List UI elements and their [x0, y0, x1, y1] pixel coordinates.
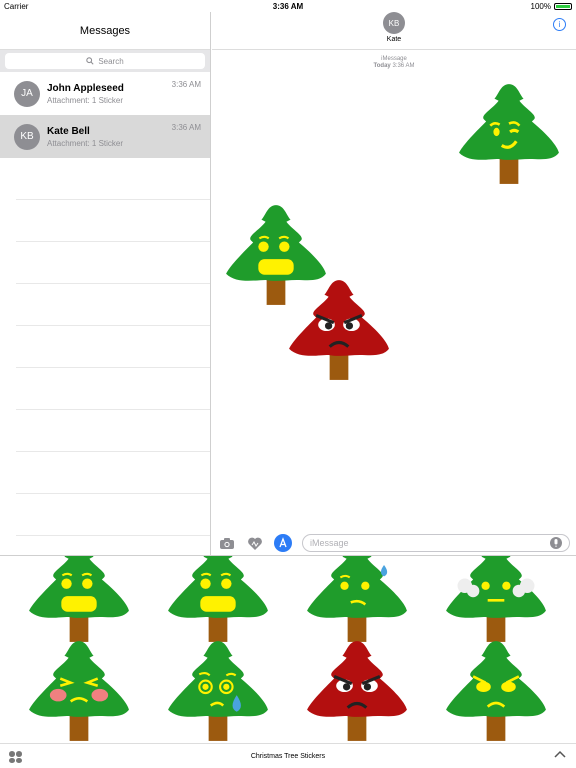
tree-sticker-art	[168, 641, 268, 741]
tree-sticker-art	[459, 84, 559, 184]
tree-sticker-art	[446, 641, 546, 741]
drawer-bottom-bar: Christmas Tree Stickers	[0, 743, 576, 768]
sticker-drawer	[0, 555, 576, 743]
received-sticker-angry-tree[interactable]	[285, 278, 393, 387]
search-placeholder: Search	[98, 56, 124, 66]
drawer-sticker-cry[interactable]	[164, 639, 272, 743]
drawer-sticker-steam[interactable]	[442, 556, 550, 649]
conversation-john-appleseed[interactable]: JA John Appleseed Attachment: 1 Sticker …	[0, 72, 210, 115]
contact-avatar[interactable]: KB	[383, 12, 405, 34]
drawer-title: Christmas Tree Stickers	[250, 752, 326, 760]
search-input[interactable]: Search	[5, 53, 205, 69]
contact-name[interactable]: Kate	[212, 36, 576, 43]
conversation-time: 3:36 AM	[171, 123, 201, 132]
message-timestamp: iMessage Today 3:36 AM	[212, 56, 576, 70]
app-drawer-icon[interactable]	[9, 751, 23, 763]
empty-row	[16, 326, 210, 368]
empty-row	[16, 158, 210, 200]
tree-sticker-art	[307, 556, 407, 642]
avatar: JA	[14, 80, 40, 107]
tree-sticker-art	[168, 556, 268, 642]
message-input-bar: iMessage	[212, 531, 576, 555]
status-time: 3:36 AM	[272, 1, 304, 11]
service-label: iMessage	[381, 56, 407, 62]
empty-row	[16, 200, 210, 242]
sidebar-title: Messages	[0, 12, 210, 50]
drawer-sticker-frown[interactable]	[442, 639, 550, 743]
camera-icon[interactable]	[218, 534, 236, 552]
search-icon	[86, 57, 94, 65]
chevron-up-icon[interactable]	[554, 750, 566, 758]
tree-sticker-art	[446, 556, 546, 642]
conversation-preview: Attachment: 1 Sticker	[47, 138, 124, 148]
microphone-icon[interactable]	[550, 536, 562, 550]
empty-row	[16, 242, 210, 284]
drawer-sticker-angry[interactable]	[303, 639, 411, 743]
conversation-preview: Attachment: 1 Sticker	[47, 95, 124, 105]
sent-sticker-wink-tree[interactable]	[455, 82, 563, 191]
stamp-time: 3:36 AM	[392, 63, 415, 69]
conversation-kate-bell[interactable]: KB Kate Bell Attachment: 1 Sticker 3:36 …	[0, 115, 210, 158]
tree-sticker-art	[29, 556, 129, 642]
tree-sticker-art	[307, 641, 407, 741]
drawer-sticker-sweat[interactable]	[303, 556, 411, 649]
message-input-placeholder: iMessage	[310, 538, 349, 548]
day-label: Today	[373, 63, 391, 69]
chat-header: KB Kate i	[212, 12, 576, 50]
conversation-sidebar: Messages Search JA John Appleseed Attach…	[0, 12, 211, 555]
info-icon[interactable]: i	[553, 18, 566, 31]
digital-touch-icon[interactable]	[246, 534, 264, 552]
empty-row	[16, 494, 210, 536]
empty-row	[16, 410, 210, 452]
conversation-time: 3:36 AM	[171, 80, 201, 89]
message-input[interactable]: iMessage	[302, 534, 570, 552]
empty-row	[16, 452, 210, 494]
avatar: KB	[14, 123, 40, 150]
tree-sticker-art	[289, 280, 389, 380]
empty-row	[16, 368, 210, 410]
search-bar: Search	[0, 50, 210, 72]
drawer-sticker-shout[interactable]	[164, 556, 272, 649]
drawer-sticker-shout[interactable]	[25, 556, 133, 649]
tree-sticker-art	[29, 641, 129, 741]
app-store-icon[interactable]	[274, 534, 292, 552]
empty-row	[16, 284, 210, 326]
status-bar: Carrier 3:36 AM 100%	[0, 0, 576, 12]
drawer-sticker-blush[interactable]	[25, 639, 133, 743]
